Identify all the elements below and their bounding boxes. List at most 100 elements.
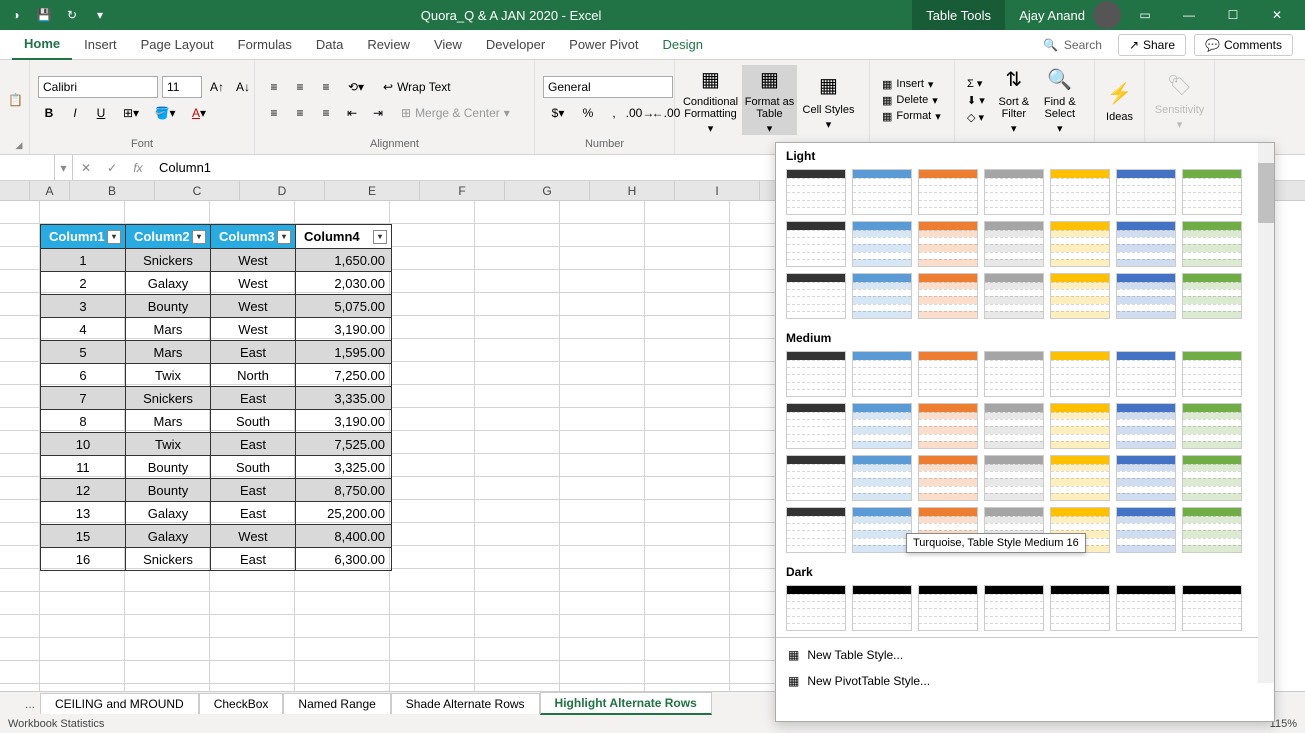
table-cell[interactable]: 5,075.00: [296, 294, 391, 317]
table-style-swatch[interactable]: [852, 507, 912, 553]
cell[interactable]: [645, 270, 730, 293]
cell[interactable]: [295, 201, 390, 224]
table-cell[interactable]: Twix: [126, 363, 211, 386]
cell[interactable]: [125, 661, 210, 684]
table-style-swatch[interactable]: [852, 273, 912, 319]
col-header-f[interactable]: F: [420, 181, 505, 200]
table-cell[interactable]: Bounty: [126, 294, 211, 317]
cell[interactable]: [390, 454, 475, 477]
table-header-col4[interactable]: Column4▾: [296, 225, 391, 248]
table-row[interactable]: 1SnickersWest1,650.00: [41, 248, 391, 271]
align-middle-icon[interactable]: ≡: [289, 76, 311, 98]
cell[interactable]: [645, 408, 730, 431]
cell[interactable]: [390, 339, 475, 362]
table-row[interactable]: 15GalaxyWest8,400.00: [41, 524, 391, 547]
table-cell[interactable]: West: [211, 248, 296, 271]
cell[interactable]: [390, 362, 475, 385]
cell[interactable]: [295, 569, 390, 592]
col-header-g[interactable]: G: [505, 181, 590, 200]
cell[interactable]: [560, 523, 645, 546]
table-style-swatch[interactable]: [786, 351, 846, 397]
cell[interactable]: [390, 408, 475, 431]
cell[interactable]: [390, 224, 475, 247]
table-row[interactable]: 6TwixNorth7,250.00: [41, 363, 391, 386]
table-style-swatch[interactable]: [786, 273, 846, 319]
table-style-swatch[interactable]: [786, 169, 846, 215]
table-cell[interactable]: 1: [41, 248, 126, 271]
tab-page-layout[interactable]: Page Layout: [129, 30, 226, 60]
table-style-swatch[interactable]: [918, 455, 978, 501]
table-style-swatch[interactable]: [786, 585, 846, 631]
table-style-swatch[interactable]: [852, 455, 912, 501]
table-style-swatch[interactable]: [1182, 221, 1242, 267]
table-cell[interactable]: 10: [41, 432, 126, 455]
cell[interactable]: [560, 293, 645, 316]
cell[interactable]: [475, 224, 560, 247]
table-cell[interactable]: West: [211, 317, 296, 340]
table-cell[interactable]: 2: [41, 271, 126, 294]
align-top-icon[interactable]: ≡: [263, 76, 285, 98]
cell[interactable]: [475, 454, 560, 477]
cell[interactable]: [645, 615, 730, 638]
cell[interactable]: [475, 247, 560, 270]
qat-more-icon[interactable]: ▾: [90, 5, 110, 25]
table-row[interactable]: 16SnickersEast6,300.00: [41, 547, 391, 570]
table-cell[interactable]: 3,190.00: [296, 409, 391, 432]
bold-icon[interactable]: B: [38, 102, 60, 124]
cell[interactable]: [560, 454, 645, 477]
cell[interactable]: [645, 339, 730, 362]
workbook-stats[interactable]: Workbook Statistics: [8, 718, 104, 730]
table-style-swatch[interactable]: [1116, 585, 1176, 631]
table-cell[interactable]: North: [211, 363, 296, 386]
cell[interactable]: [210, 638, 295, 661]
close-icon[interactable]: ✕: [1257, 0, 1297, 30]
underline-icon[interactable]: U: [90, 102, 112, 124]
cell[interactable]: [40, 569, 125, 592]
cell[interactable]: [40, 592, 125, 615]
table-row[interactable]: 8MarsSouth3,190.00: [41, 409, 391, 432]
cell[interactable]: [560, 339, 645, 362]
cell[interactable]: [560, 247, 645, 270]
autosum-button[interactable]: Σ ▾: [963, 76, 989, 91]
table-style-swatch[interactable]: [1116, 403, 1176, 449]
cell[interactable]: [475, 500, 560, 523]
table-cell[interactable]: Snickers: [126, 547, 211, 570]
select-all-corner[interactable]: [0, 181, 30, 200]
table-style-swatch[interactable]: [1182, 351, 1242, 397]
tab-design[interactable]: Design: [651, 30, 715, 60]
sort-filter-button[interactable]: ⇅ Sort & Filter ▾: [993, 65, 1035, 135]
table-cell[interactable]: South: [211, 409, 296, 432]
cell[interactable]: [295, 661, 390, 684]
table-cell[interactable]: 6,300.00: [296, 547, 391, 570]
cell[interactable]: [475, 408, 560, 431]
table-row[interactable]: 7SnickersEast3,335.00: [41, 386, 391, 409]
cell[interactable]: [40, 615, 125, 638]
table-cell[interactable]: 3,325.00: [296, 455, 391, 478]
cell[interactable]: [475, 339, 560, 362]
cell[interactable]: [125, 592, 210, 615]
merge-center-button[interactable]: ⊞Merge & Center ▾: [401, 106, 510, 120]
cell[interactable]: [390, 201, 475, 224]
table-cell[interactable]: Mars: [126, 409, 211, 432]
table-style-swatch[interactable]: [786, 455, 846, 501]
table-cell[interactable]: 12: [41, 478, 126, 501]
cell[interactable]: [390, 500, 475, 523]
cell[interactable]: [560, 638, 645, 661]
cell[interactable]: [390, 546, 475, 569]
find-select-button[interactable]: 🔍 Find & Select ▾: [1039, 65, 1081, 135]
table-style-swatch[interactable]: [1050, 403, 1110, 449]
cell[interactable]: [390, 615, 475, 638]
cell[interactable]: [560, 408, 645, 431]
cell[interactable]: [645, 523, 730, 546]
cell[interactable]: [40, 201, 125, 224]
cell[interactable]: [390, 523, 475, 546]
col-header-h[interactable]: H: [590, 181, 675, 200]
user-name[interactable]: Ajay Anand: [1019, 8, 1085, 23]
table-cell[interactable]: West: [211, 271, 296, 294]
table-cell[interactable]: 3,335.00: [296, 386, 391, 409]
cell[interactable]: [475, 293, 560, 316]
gallery-scrollbar[interactable]: [1258, 143, 1274, 683]
table-style-swatch[interactable]: [1182, 507, 1242, 553]
table-cell[interactable]: Twix: [126, 432, 211, 455]
cell[interactable]: [560, 661, 645, 684]
